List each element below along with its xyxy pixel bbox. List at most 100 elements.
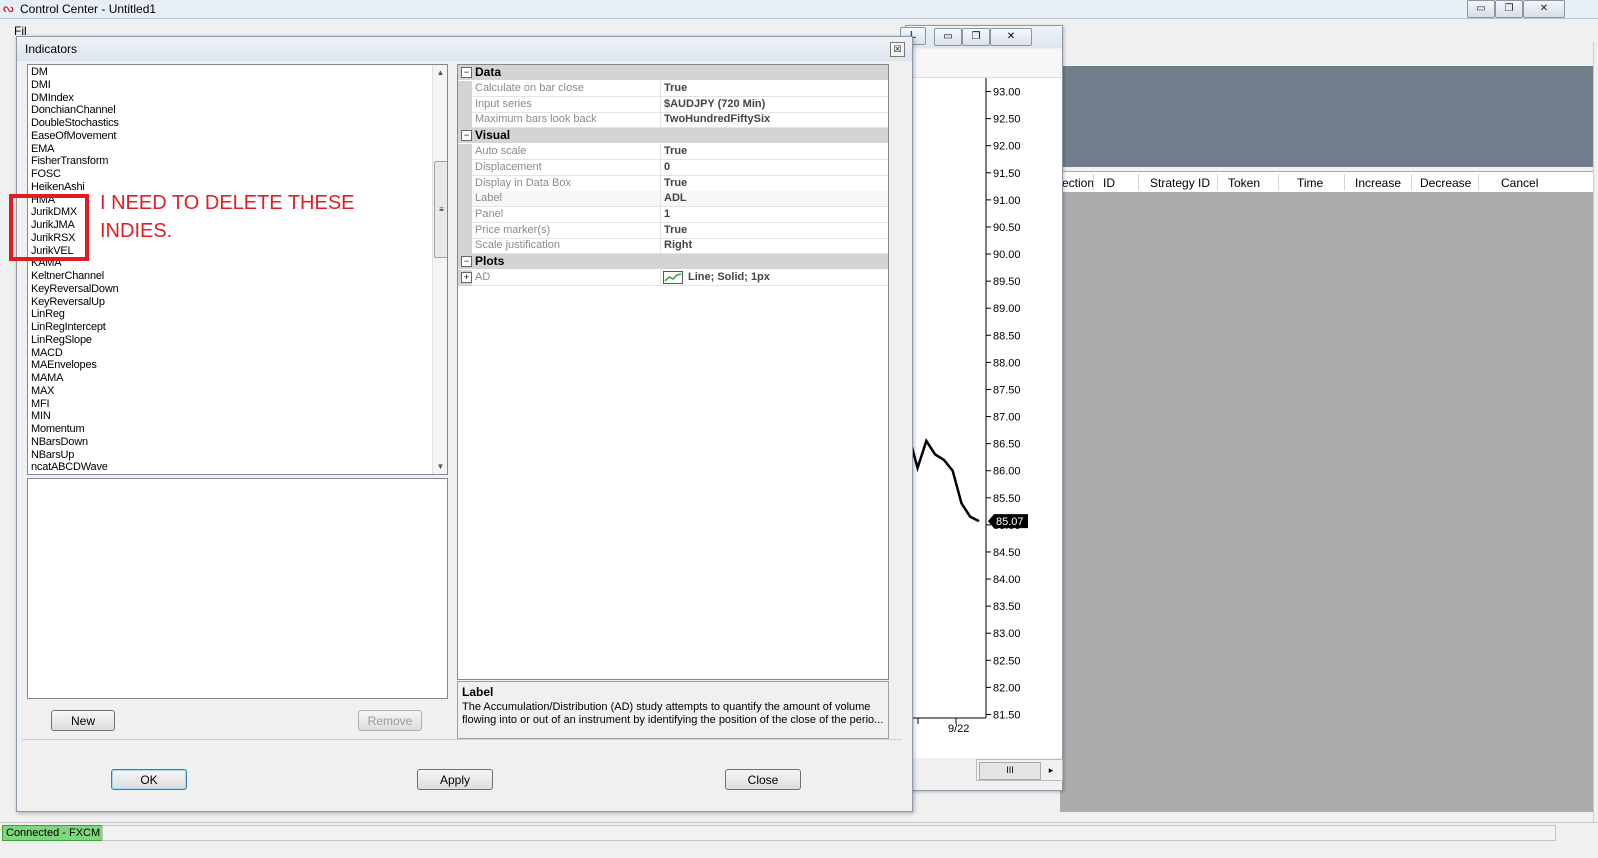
scroll-down-arrow-icon[interactable]: ▼ [433, 459, 447, 474]
indicator-list-item[interactable]: DM [31, 66, 48, 79]
property-row[interactable]: Display in Data Box True [458, 175, 888, 192]
property-value[interactable]: Right [664, 239, 692, 251]
indicators-dialog: Indicators ☒ DM DMI DMIndex DonchianChannel… [16, 36, 913, 812]
collapse-icon[interactable]: − [461, 130, 472, 142]
property-separator [660, 270, 661, 286]
property-value[interactable]: True [664, 224, 687, 236]
indicator-list-item[interactable]: MAEnvelopes [31, 359, 97, 372]
apply-button[interactable]: Apply [417, 769, 493, 790]
chart-scroll-thumb[interactable]: III [979, 762, 1041, 780]
indicator-list-item[interactable]: LinRegSlope [31, 334, 92, 347]
chart-restore-button[interactable]: ❐ [962, 28, 990, 46]
column-header-increase[interactable]: Increase [1355, 176, 1401, 190]
chart-close-button[interactable]: ✕ [990, 28, 1032, 46]
right-edge-scrollbar[interactable] [1593, 42, 1598, 822]
property-row[interactable]: Displacement 0 [458, 159, 888, 176]
indicator-list-item[interactable]: MAX [31, 385, 54, 398]
property-separator [660, 112, 661, 129]
property-row[interactable]: Scale justification Right [458, 238, 888, 255]
indicator-list-item[interactable]: NBarsDown [31, 436, 88, 449]
column-header-token[interactable]: Token [1228, 176, 1260, 190]
indicator-list-item[interactable]: LinReg [31, 308, 65, 321]
line-plot-icon [663, 271, 683, 284]
property-value[interactable]: ADL [664, 192, 687, 204]
status-bar: Connected - FXCM [0, 822, 1598, 858]
chart-plot-area[interactable]: 93.00 92.50 92.00 91.50 91.00 90.50 90.00 89.50… [906, 78, 1062, 758]
indicator-list-item[interactable]: MACD [31, 347, 63, 360]
new-button[interactable]: New [51, 710, 115, 731]
scroll-up-arrow-icon[interactable]: ▲ [433, 65, 447, 80]
column-header-strategy-id[interactable]: Strategy ID [1150, 176, 1210, 190]
applied-indicators-list[interactable] [27, 478, 448, 699]
property-value[interactable]: 1 [664, 208, 670, 220]
indicator-list-item[interactable]: FOSC [31, 168, 61, 181]
indicator-list-item[interactable]: KeyReversalUp [31, 296, 105, 309]
property-row[interactable]: Price marker(s) True [458, 222, 888, 239]
remove-button[interactable]: Remove [358, 710, 422, 731]
property-value[interactable]: TwoHundredFiftySix [664, 113, 770, 125]
indicator-list-item[interactable]: FisherTransform [31, 155, 108, 168]
indicator-list-item[interactable]: MIN [31, 410, 51, 423]
property-name: Calculate on bar close [475, 82, 584, 94]
price-tick-label: 84.50 [993, 547, 1021, 559]
price-tick-label: 89.50 [993, 276, 1021, 288]
indicator-list-item[interactable]: DoubleStochastics [31, 117, 119, 130]
expand-icon[interactable]: + [461, 272, 472, 283]
indicator-list-scrollbar[interactable]: ▲ ≡ ▼ [432, 65, 447, 474]
property-value[interactable]: 0 [664, 161, 670, 173]
chart-horizontal-scrollbar[interactable]: III ▸ [976, 759, 1063, 781]
property-row[interactable]: Input series $AUDJPY (720 Min) [458, 96, 888, 113]
indicator-list-item[interactable]: DMI [31, 79, 51, 92]
property-category[interactable]: − Data [458, 65, 888, 80]
scroll-right-arrow-icon[interactable]: ▸ [1043, 762, 1059, 778]
column-header-id[interactable]: ID [1103, 176, 1115, 190]
property-category[interactable]: − Plots [458, 254, 888, 269]
indicator-list-item[interactable]: DonchianChannel [31, 104, 116, 117]
column-header-cancel[interactable]: Cancel [1501, 176, 1538, 190]
indicator-list-item[interactable]: LinRegIntercept [31, 321, 106, 334]
property-value[interactable]: Line; Solid; 1px [688, 271, 770, 283]
indicator-list-item[interactable]: NBarsUp [31, 449, 74, 462]
collapse-icon[interactable]: − [461, 256, 472, 267]
property-value[interactable]: True [664, 145, 687, 157]
property-row[interactable]: Maximum bars look back TwoHundredFiftySix [458, 112, 888, 129]
collapse-icon[interactable]: − [461, 67, 472, 78]
column-header-direction[interactable]: ection [1062, 176, 1094, 190]
indicator-property-grid[interactable]: − Data Calculate on bar close True Input ser… [457, 64, 889, 680]
property-value[interactable]: True [664, 82, 687, 94]
indicator-list-item[interactable]: ncatABCDWave [31, 461, 108, 474]
indicator-list-item[interactable]: MAMA [31, 372, 63, 385]
property-row[interactable]: Label ADL [458, 191, 888, 208]
close-dialog-button[interactable]: Close [725, 769, 801, 790]
property-name: Maximum bars look back [475, 113, 597, 126]
minimize-button[interactable]: ▭ [1467, 0, 1495, 18]
indicator-list-item[interactable]: Momentum [31, 423, 85, 436]
price-tick-label: 82.50 [993, 655, 1021, 667]
property-description-box: Label The Accumulation/Distribution (AD)… [457, 681, 889, 739]
indicator-list-item[interactable]: EMA [31, 143, 54, 156]
close-button[interactable]: ✕ [1523, 0, 1565, 18]
property-row[interactable]: Calculate on bar close True [458, 81, 888, 97]
indicator-list-item[interactable]: KeyReversalDown [31, 283, 119, 296]
column-header-decrease[interactable]: Decrease [1420, 176, 1471, 190]
dialog-close-icon[interactable]: ☒ [890, 42, 905, 57]
indicator-list[interactable]: DM DMI DMIndex DonchianChannel DoubleStochas… [27, 64, 448, 475]
indicator-list-item[interactable]: HeikenAshi [31, 181, 85, 194]
property-category[interactable]: − Visual [458, 128, 888, 144]
indicator-list-item[interactable]: DMIndex [31, 92, 74, 105]
indicator-list-item[interactable]: MFI [31, 398, 50, 411]
property-value[interactable]: $AUDJPY (720 Min) [664, 98, 765, 110]
property-row[interactable]: Auto scale True [458, 144, 888, 161]
restore-button[interactable]: ❐ [1495, 0, 1523, 18]
indicator-list-item[interactable]: EaseOfMovement [31, 130, 116, 143]
column-header-time[interactable]: Time [1297, 176, 1323, 190]
chart-minimize-button[interactable]: ▭ [934, 28, 962, 46]
indicator-list-scroll-thumb[interactable]: ≡ [434, 161, 447, 258]
dialog-separator [22, 739, 902, 740]
property-row[interactable]: Panel 1 [458, 206, 888, 223]
indicator-list-item[interactable]: KeltnerChannel [31, 270, 104, 283]
property-row[interactable]: + AD Line; Solid; 1px [458, 270, 888, 286]
property-value[interactable]: True [664, 177, 687, 189]
ok-button[interactable]: OK [111, 769, 187, 790]
property-separator [660, 159, 661, 176]
